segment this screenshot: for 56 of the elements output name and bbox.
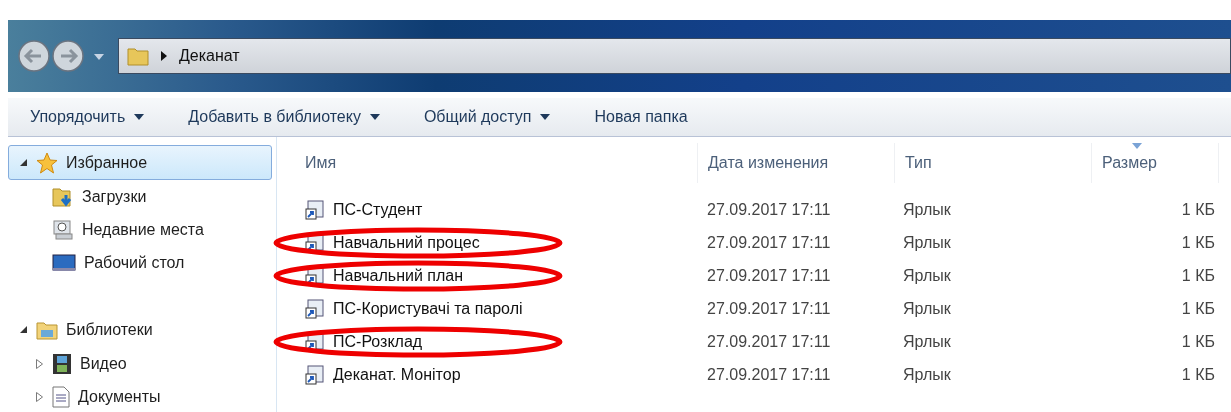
toolbar-button[interactable]: Новая папка xyxy=(592,104,690,130)
file-name[interactable]: Деканат. Монітор xyxy=(333,365,461,384)
library-icon xyxy=(36,319,58,340)
toolbar-button[interactable]: Упорядочить xyxy=(28,104,147,130)
download-folder-icon xyxy=(52,185,74,208)
sidebar-item[interactable]: Документы xyxy=(8,380,276,412)
sort-arrow-icon xyxy=(1132,143,1142,149)
column-header[interactable]: Тип xyxy=(895,143,1092,183)
table-cell-text: 27.09.2017 17:11 xyxy=(706,265,832,286)
expand-triangle-icon[interactable] xyxy=(35,391,44,402)
sidebar-item[interactable]: Библиотеки xyxy=(8,312,272,347)
sidebar-item[interactable]: Недавние места xyxy=(8,213,276,246)
table-cell-text: 27.09.2017 17:11 xyxy=(706,298,832,319)
column-header[interactable]: Дата изменения xyxy=(698,143,895,183)
breadcrumb-item[interactable]: Деканат xyxy=(179,47,240,65)
table-cell-text: Ярлык xyxy=(902,364,952,385)
shortcut-icon xyxy=(305,364,325,385)
table-cell-text: 27.09.2017 17:11 xyxy=(706,331,832,352)
toolbar-button[interactable]: Добавить в библиотеку xyxy=(186,104,382,130)
film-icon xyxy=(52,352,72,375)
recent-places-icon xyxy=(52,218,74,241)
table-cell-text: 1 КБ xyxy=(1180,199,1216,220)
address-bar[interactable]: Деканат xyxy=(118,38,1231,74)
collapse-triangle-icon[interactable] xyxy=(19,325,28,334)
table-cell-text: 1 КБ xyxy=(1180,298,1216,319)
table-cell-text: Ярлык xyxy=(902,265,952,286)
shortcut-icon xyxy=(305,199,325,220)
table-cell-text: Ярлык xyxy=(902,232,952,253)
sidebar-item[interactable]: Рабочий стол xyxy=(8,246,276,279)
shortcut-icon xyxy=(305,298,325,319)
breadcrumb-arrow-icon[interactable] xyxy=(159,50,169,62)
column-header[interactable]: Имя xyxy=(295,143,698,183)
toolbar-button[interactable]: Общий доступ xyxy=(421,104,553,130)
folder-icon xyxy=(127,46,149,66)
document-icon xyxy=(52,385,70,408)
table-cell-text: 27.09.2017 17:11 xyxy=(706,364,832,385)
table-cell-text: 27.09.2017 17:11 xyxy=(706,232,832,253)
file-name[interactable]: ПС-Користувачі та паролі xyxy=(333,299,523,318)
table-cell-text: 1 КБ xyxy=(1180,265,1216,286)
star-icon xyxy=(36,151,58,174)
table-cell-text: 1 КБ xyxy=(1180,232,1216,253)
sidebar-item[interactable]: Избранное xyxy=(8,145,272,180)
collapse-triangle-icon[interactable] xyxy=(19,158,28,167)
file-name[interactable]: ПС-Розклад xyxy=(333,332,423,351)
expand-triangle-icon[interactable] xyxy=(35,358,44,369)
desktop-icon xyxy=(52,252,76,273)
table-cell-text: Ярлык xyxy=(902,298,952,319)
table-cell-text: 27.09.2017 17:11 xyxy=(706,199,832,220)
table-cell-text: 1 КБ xyxy=(1180,331,1216,352)
table-cell-text: 1 КБ xyxy=(1180,364,1216,385)
sidebar-item[interactable]: Загрузки xyxy=(8,180,276,213)
table-cell-text: Ярлык xyxy=(902,199,952,220)
table-cell-text: Ярлык xyxy=(902,331,952,352)
column-header[interactable]: Размер xyxy=(1092,143,1219,183)
file-name[interactable]: ПС-Студент xyxy=(333,200,423,219)
sidebar-item[interactable]: Видео xyxy=(8,347,276,380)
